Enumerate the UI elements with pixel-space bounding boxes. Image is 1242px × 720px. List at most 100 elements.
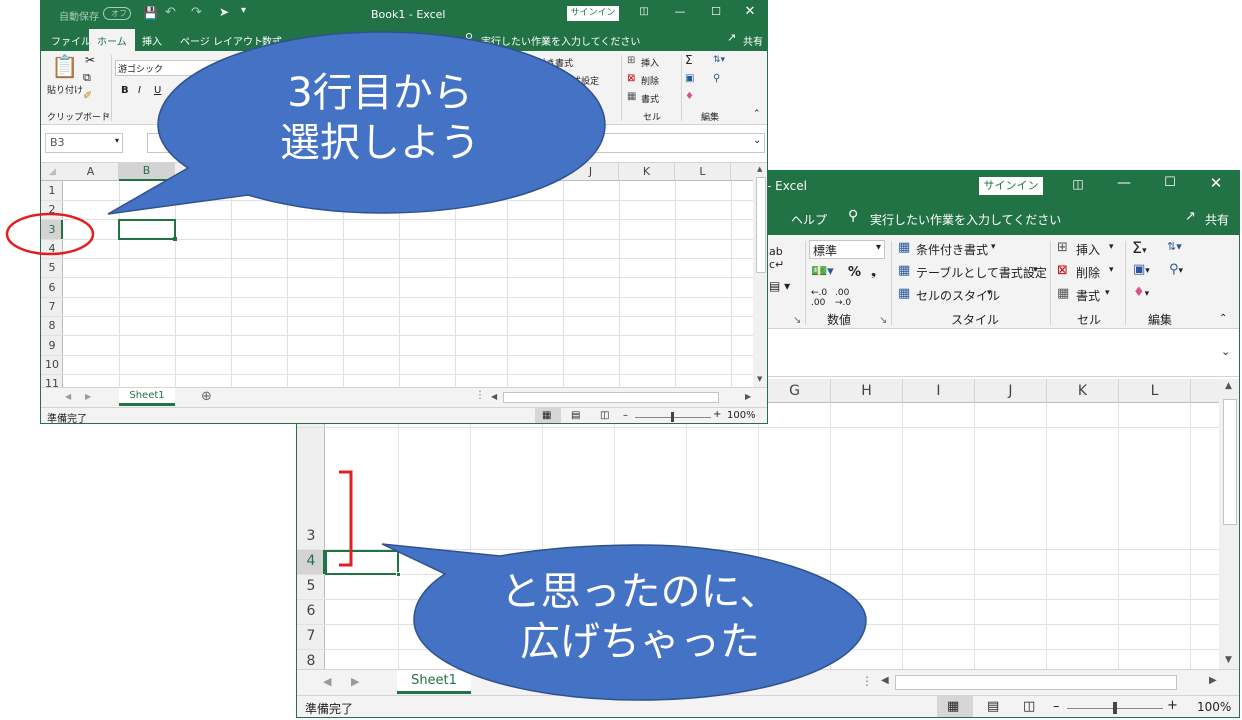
sort-filter-icon[interactable]: ⇅▾ bbox=[713, 55, 725, 65]
paste-icon[interactable]: 📋 bbox=[51, 55, 78, 80]
tab-file[interactable]: ファイル bbox=[51, 33, 91, 48]
alignment-launcher-icon[interactable]: ↘ bbox=[793, 315, 801, 326]
row-header[interactable]: 4 bbox=[41, 242, 63, 255]
horizontal-scrollbar-thumb[interactable] bbox=[895, 675, 1177, 690]
column-header[interactable]: J bbox=[563, 163, 619, 181]
add-sheet-icon[interactable]: ⊕ bbox=[201, 389, 212, 404]
find-icon[interactable]: ⚲ bbox=[713, 73, 720, 84]
sheet-tab[interactable]: Sheet1 bbox=[119, 388, 175, 406]
search-icon[interactable]: ⚲ bbox=[465, 31, 473, 44]
scroll-down-icon[interactable]: ▼ bbox=[1225, 655, 1232, 665]
scroll-left-icon[interactable]: ◀ bbox=[881, 675, 889, 686]
row-header[interactable]: 3 bbox=[297, 528, 325, 544]
undo-icon[interactable]: ↶ bbox=[165, 5, 176, 20]
zoom-out-icon[interactable]: – bbox=[623, 410, 628, 421]
name-box[interactable]: B3 ▾ bbox=[45, 133, 123, 153]
pointer-icon[interactable]: ➤ bbox=[219, 5, 229, 19]
column-header[interactable]: I bbox=[903, 379, 975, 403]
page-break-icon[interactable]: ◫ bbox=[1023, 699, 1035, 714]
format-button[interactable]: 書式 bbox=[1076, 287, 1100, 304]
decrease-decimal-icon[interactable]: .00 →.0 bbox=[835, 288, 851, 308]
column-header[interactable]: L bbox=[1119, 379, 1191, 403]
signin-button[interactable]: サインイン bbox=[979, 177, 1043, 195]
prev-sheet-icon[interactable]: ◀ bbox=[65, 392, 71, 401]
collapse-ribbon-icon[interactable]: ⌃ bbox=[1219, 313, 1227, 324]
paste-button[interactable]: 貼り付け bbox=[47, 83, 83, 96]
fill-icon[interactable]: ▣ bbox=[685, 73, 694, 84]
selected-cell[interactable] bbox=[118, 219, 176, 240]
cell-grid[interactable]: ◢ A B J K L 1 2 3 4 5 6 7 8 9 10 11 bbox=[41, 163, 753, 387]
clear-icon[interactable]: ♦ bbox=[685, 91, 694, 102]
row-header[interactable]: 7 bbox=[41, 300, 63, 313]
split-handle-icon[interactable]: ⋮ bbox=[861, 674, 873, 688]
collapse-ribbon-icon[interactable]: ⌃ bbox=[753, 109, 761, 119]
find-icon[interactable]: ⚲▾ bbox=[1169, 262, 1183, 277]
format-as-table-button[interactable]: テーブルとして書式設定 bbox=[916, 264, 1047, 281]
share-icon[interactable]: ↗ bbox=[1185, 209, 1196, 224]
row-header[interactable]: 11 bbox=[41, 377, 63, 387]
select-all-icon[interactable]: ◢ bbox=[49, 167, 56, 177]
row-header[interactable]: 8 bbox=[297, 653, 325, 669]
minimize-icon[interactable]: — bbox=[671, 5, 689, 18]
sort-filter-icon[interactable]: ⇅▾ bbox=[1167, 240, 1182, 253]
ribbon-display-icon[interactable]: ◫ bbox=[1067, 177, 1089, 191]
row-header[interactable]: 4 bbox=[297, 553, 325, 569]
vertical-scrollbar[interactable]: ▲ ▼ bbox=[753, 163, 767, 387]
scrollbar-thumb[interactable] bbox=[756, 177, 766, 273]
row-header[interactable]: 9 bbox=[41, 339, 63, 352]
next-sheet-icon[interactable]: ▶ bbox=[351, 675, 359, 688]
row-header[interactable]: 6 bbox=[297, 603, 325, 619]
page-layout-icon[interactable]: ▤ bbox=[571, 410, 580, 421]
prev-sheet-icon[interactable]: ◀ bbox=[323, 675, 331, 688]
conditional-format-button[interactable]: 条件付き書式 bbox=[916, 241, 988, 258]
scroll-down-icon[interactable]: ▼ bbox=[757, 375, 762, 383]
fill-handle[interactable] bbox=[396, 572, 401, 577]
selected-cell[interactable] bbox=[325, 550, 399, 575]
tab-review[interactable]: 校閲 bbox=[344, 33, 364, 48]
horizontal-scrollbar-thumb[interactable] bbox=[503, 392, 719, 403]
tab-view[interactable]: 表示 bbox=[383, 33, 403, 48]
underline-button[interactable]: U bbox=[154, 85, 161, 96]
format-button[interactable]: 書式 bbox=[641, 92, 659, 105]
close-icon[interactable]: ✕ bbox=[741, 4, 759, 19]
tab-help[interactable]: ヘルプ bbox=[791, 211, 827, 228]
cut-icon[interactable]: ✂ bbox=[85, 53, 95, 67]
copy-icon[interactable]: ⧉ bbox=[83, 71, 91, 85]
percent-button[interactable]: % bbox=[848, 265, 861, 280]
zoom-in-icon[interactable]: + bbox=[713, 409, 721, 420]
customize-qat-icon[interactable]: ▾ bbox=[241, 5, 246, 16]
scroll-up-icon[interactable]: ▲ bbox=[757, 165, 762, 173]
signin-button[interactable]: サインイン bbox=[567, 6, 619, 21]
delete-button[interactable]: 削除 bbox=[641, 74, 659, 87]
zoom-level[interactable]: 100% bbox=[727, 410, 756, 421]
maximize-icon[interactable]: ☐ bbox=[1159, 175, 1181, 190]
tab-data[interactable]: データ bbox=[301, 33, 331, 48]
clipboard-launcher-icon[interactable]: ↘ bbox=[103, 110, 110, 119]
vertical-scrollbar[interactable]: ▲ ▼ bbox=[1219, 379, 1239, 669]
column-header-selected[interactable]: B bbox=[119, 163, 175, 181]
column-header[interactable]: K bbox=[1047, 379, 1119, 403]
page-layout-icon[interactable]: ▤ bbox=[987, 699, 999, 714]
zoom-slider-thumb[interactable] bbox=[671, 412, 674, 422]
insert-button[interactable]: 挿入 bbox=[1076, 241, 1100, 258]
row-header[interactable]: 8 bbox=[41, 319, 63, 332]
bold-button[interactable]: B bbox=[121, 85, 129, 96]
next-sheet-icon[interactable]: ▶ bbox=[85, 392, 91, 401]
column-header[interactable]: K bbox=[619, 163, 675, 181]
zoom-out-icon[interactable]: – bbox=[1053, 699, 1060, 714]
scroll-up-icon[interactable]: ▲ bbox=[1225, 381, 1232, 391]
tell-me-input[interactable]: 実行したい作業を入力してください bbox=[870, 211, 1061, 228]
scrollbar-thumb[interactable] bbox=[1223, 399, 1237, 525]
share-icon[interactable]: ↗ bbox=[727, 31, 736, 44]
autosave-toggle[interactable]: オフ bbox=[103, 7, 131, 20]
tab-page-layout[interactable]: ページ レイアウト bbox=[180, 33, 263, 48]
row-header[interactable]: 1 bbox=[41, 184, 63, 197]
autosum-icon[interactable]: Σ▾ bbox=[1132, 238, 1147, 257]
autosum-icon[interactable]: Σ bbox=[685, 53, 693, 67]
column-header[interactable]: G bbox=[759, 379, 831, 403]
zoom-in-icon[interactable]: + bbox=[1167, 698, 1178, 713]
increase-decimal-icon[interactable]: ←.0.00 bbox=[811, 288, 827, 308]
scroll-left-icon[interactable]: ◀ bbox=[491, 392, 497, 401]
save-icon[interactable]: 💾 bbox=[143, 6, 158, 20]
number-format-select[interactable]: 標準 ▾ bbox=[809, 240, 885, 259]
